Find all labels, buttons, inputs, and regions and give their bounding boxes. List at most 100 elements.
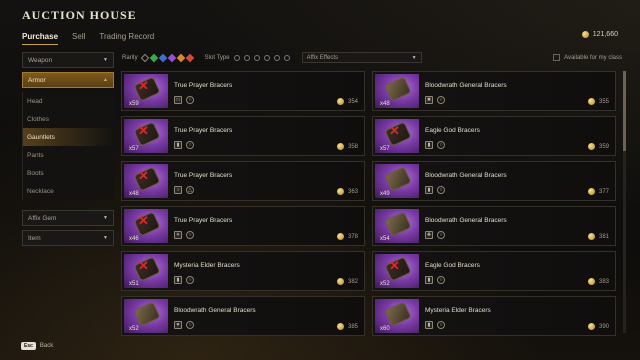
listing-card[interactable]: x54 Bloodwrath General Bracers ✚ ○ 381 <box>372 206 616 246</box>
chevron-down-icon: ▼ <box>103 235 108 241</box>
rarity-gem-icon[interactable] <box>185 53 194 62</box>
affix-slot-icon: □ <box>174 96 182 104</box>
price-value: 390 <box>598 323 609 330</box>
slot-type-filter-icon[interactable] <box>253 54 260 61</box>
back-label[interactable]: Back <box>40 343 53 349</box>
listing-card[interactable]: ✕ x52 Eagle God Bracers ▮ ○ 383 <box>372 251 616 291</box>
category-sidebar: Weapon ▼ Armor ▲ Head Clothes Gauntlets … <box>22 52 114 250</box>
item-thumbnail: ✕ x57 <box>124 119 168 153</box>
sidebar-item-boots[interactable]: Boots <box>23 164 114 182</box>
category-item-label: Item <box>28 234 41 242</box>
category-weapon[interactable]: Weapon ▼ <box>22 52 114 68</box>
unusable-x-icon: ✕ <box>389 258 400 273</box>
listing-card[interactable]: x52 Bloodwrath General Bracers ♥ ○ 385 <box>121 296 365 336</box>
available-for-class-toggle[interactable]: Available for my class <box>553 54 622 61</box>
slot-type-filter-icon[interactable] <box>243 54 250 61</box>
sidebar-item-clothes[interactable]: Clothes <box>23 110 114 128</box>
sidebar-item-necklace[interactable]: Necklace <box>23 182 114 200</box>
item-thumbnail: ✕ x57 <box>375 119 419 153</box>
category-armor-label: Armor <box>28 76 46 84</box>
bracer-icon <box>133 301 161 327</box>
available-for-class-label: Available for my class <box>564 54 622 61</box>
item-name: Eagle God Bracers <box>425 262 480 269</box>
affix-slot-icon: ○ <box>186 276 194 284</box>
item-quantity: x48 <box>129 191 139 197</box>
listing-card[interactable]: ✕ x59 True Prayer Bracers □ ○ 354 <box>121 71 365 111</box>
listing-card[interactable]: ✕ x57 True Prayer Bracers ▮ ○ 358 <box>121 116 365 156</box>
slot-type-filter-icon[interactable] <box>263 54 270 61</box>
bracer-icon <box>384 166 412 192</box>
filter-bar: Rarity Slot Type Affix Effects ▼ Availab… <box>122 52 622 63</box>
scrollbar[interactable] <box>623 71 626 333</box>
category-weapon-label: Weapon <box>28 56 53 64</box>
affix-slot-icon: ○ <box>437 231 445 239</box>
category-affix-gem[interactable]: Affix Gem ▼ <box>22 210 114 226</box>
affix-slot-icon: ○ <box>186 141 194 149</box>
listing-card[interactable]: ✕ x51 Mysteria Elder Bracers ▮ ○ 382 <box>121 251 365 291</box>
rarity-gem-icon[interactable] <box>158 53 167 62</box>
item-quantity: x52 <box>129 326 139 332</box>
price-value: 354 <box>347 98 358 105</box>
affix-slot-icon: ○ <box>437 141 445 149</box>
affix-slot-icon: ▮ <box>425 186 433 194</box>
item-quantity: x52 <box>380 281 390 287</box>
tab-trading-record[interactable]: Trading Record <box>99 32 154 45</box>
category-armor[interactable]: Armor ▲ <box>22 72 114 88</box>
page-title: AUCTION HOUSE <box>22 8 137 22</box>
item-quantity: x49 <box>380 191 390 197</box>
affix-icon-row: ▮ ○ <box>174 276 194 284</box>
rarity-gem-icon[interactable] <box>176 53 185 62</box>
rarity-gem-icon[interactable] <box>167 53 176 62</box>
affix-slot-icon: ○ <box>437 276 445 284</box>
category-item[interactable]: Item ▼ <box>22 230 114 246</box>
price-value: 377 <box>598 188 609 195</box>
affix-effects-label: Affix Effects <box>306 54 339 61</box>
slot-type-filter-icon[interactable] <box>233 54 240 61</box>
currency-amount: 121,660 <box>592 31 618 38</box>
chevron-up-icon: ▲ <box>103 77 108 83</box>
slot-type-filter-icon[interactable] <box>273 54 280 61</box>
listing-card[interactable]: ✕ x48 True Prayer Bracers ○ △ 363 <box>121 161 365 201</box>
item-thumbnail: x52 <box>124 299 168 333</box>
chevron-down-icon: ▼ <box>103 215 108 221</box>
checkbox-icon[interactable] <box>553 54 561 61</box>
gold-coin-icon <box>587 323 595 330</box>
sidebar-item-pants[interactable]: Pants <box>23 146 114 164</box>
affix-effects-dropdown[interactable]: Affix Effects ▼ <box>301 52 422 63</box>
sidebar-item-gauntlets[interactable]: Gauntlets <box>23 128 114 146</box>
rarity-gem-icon[interactable] <box>149 53 158 62</box>
esc-key-icon[interactable]: Esc <box>21 342 36 350</box>
gold-coin-icon <box>336 323 344 330</box>
listing-card[interactable]: x48 Bloodwrath General Bracers ✖ ○ 355 <box>372 71 616 111</box>
tab-purchase[interactable]: Purchase <box>22 32 59 45</box>
affix-icon-row: ▮ ○ <box>425 276 445 284</box>
item-price: 355 <box>587 98 609 105</box>
item-thumbnail: ✕ x59 <box>124 74 168 108</box>
item-price: 377 <box>587 188 609 195</box>
affix-icon-row: ✖ ○ <box>425 96 445 104</box>
listing-card[interactable]: x60 Mysteria Elder Bracers ▮ ○ 390 <box>372 296 616 336</box>
slot-type-filter-icon[interactable] <box>283 54 290 61</box>
item-name: Bloodwrath General Bracers <box>425 82 507 89</box>
item-thumbnail: x54 <box>375 209 419 243</box>
item-price: 383 <box>587 278 609 285</box>
scrollbar-thumb[interactable] <box>623 71 626 151</box>
item-quantity: x57 <box>129 146 139 152</box>
affix-slot-icon: △ <box>186 186 194 194</box>
listing-card[interactable]: ✕ x57 Eagle God Bracers ▮ ○ 359 <box>372 116 616 156</box>
affix-icon-row: ▮ ○ <box>174 141 194 149</box>
sidebar-item-head[interactable]: Head <box>23 92 114 110</box>
listing-card[interactable]: x49 Bloodwrath General Bracers ▮ ○ 377 <box>372 161 616 201</box>
item-name: True Prayer Bracers <box>174 217 233 224</box>
slot-type-label: Slot Type <box>204 54 230 61</box>
affix-icon-row: ✶ ○ <box>174 231 194 239</box>
price-value: 378 <box>347 233 358 240</box>
item-price: 390 <box>587 323 609 330</box>
gold-coin-icon <box>581 31 589 38</box>
affix-icon-row: ♥ ○ <box>174 321 194 329</box>
rarity-gem-icon[interactable] <box>140 53 149 62</box>
gold-coin-icon <box>336 233 344 240</box>
listing-card[interactable]: ✕ x46 True Prayer Bracers ✶ ○ 378 <box>121 206 365 246</box>
gold-coin-icon <box>336 188 344 195</box>
tab-sell[interactable]: Sell <box>72 32 85 45</box>
